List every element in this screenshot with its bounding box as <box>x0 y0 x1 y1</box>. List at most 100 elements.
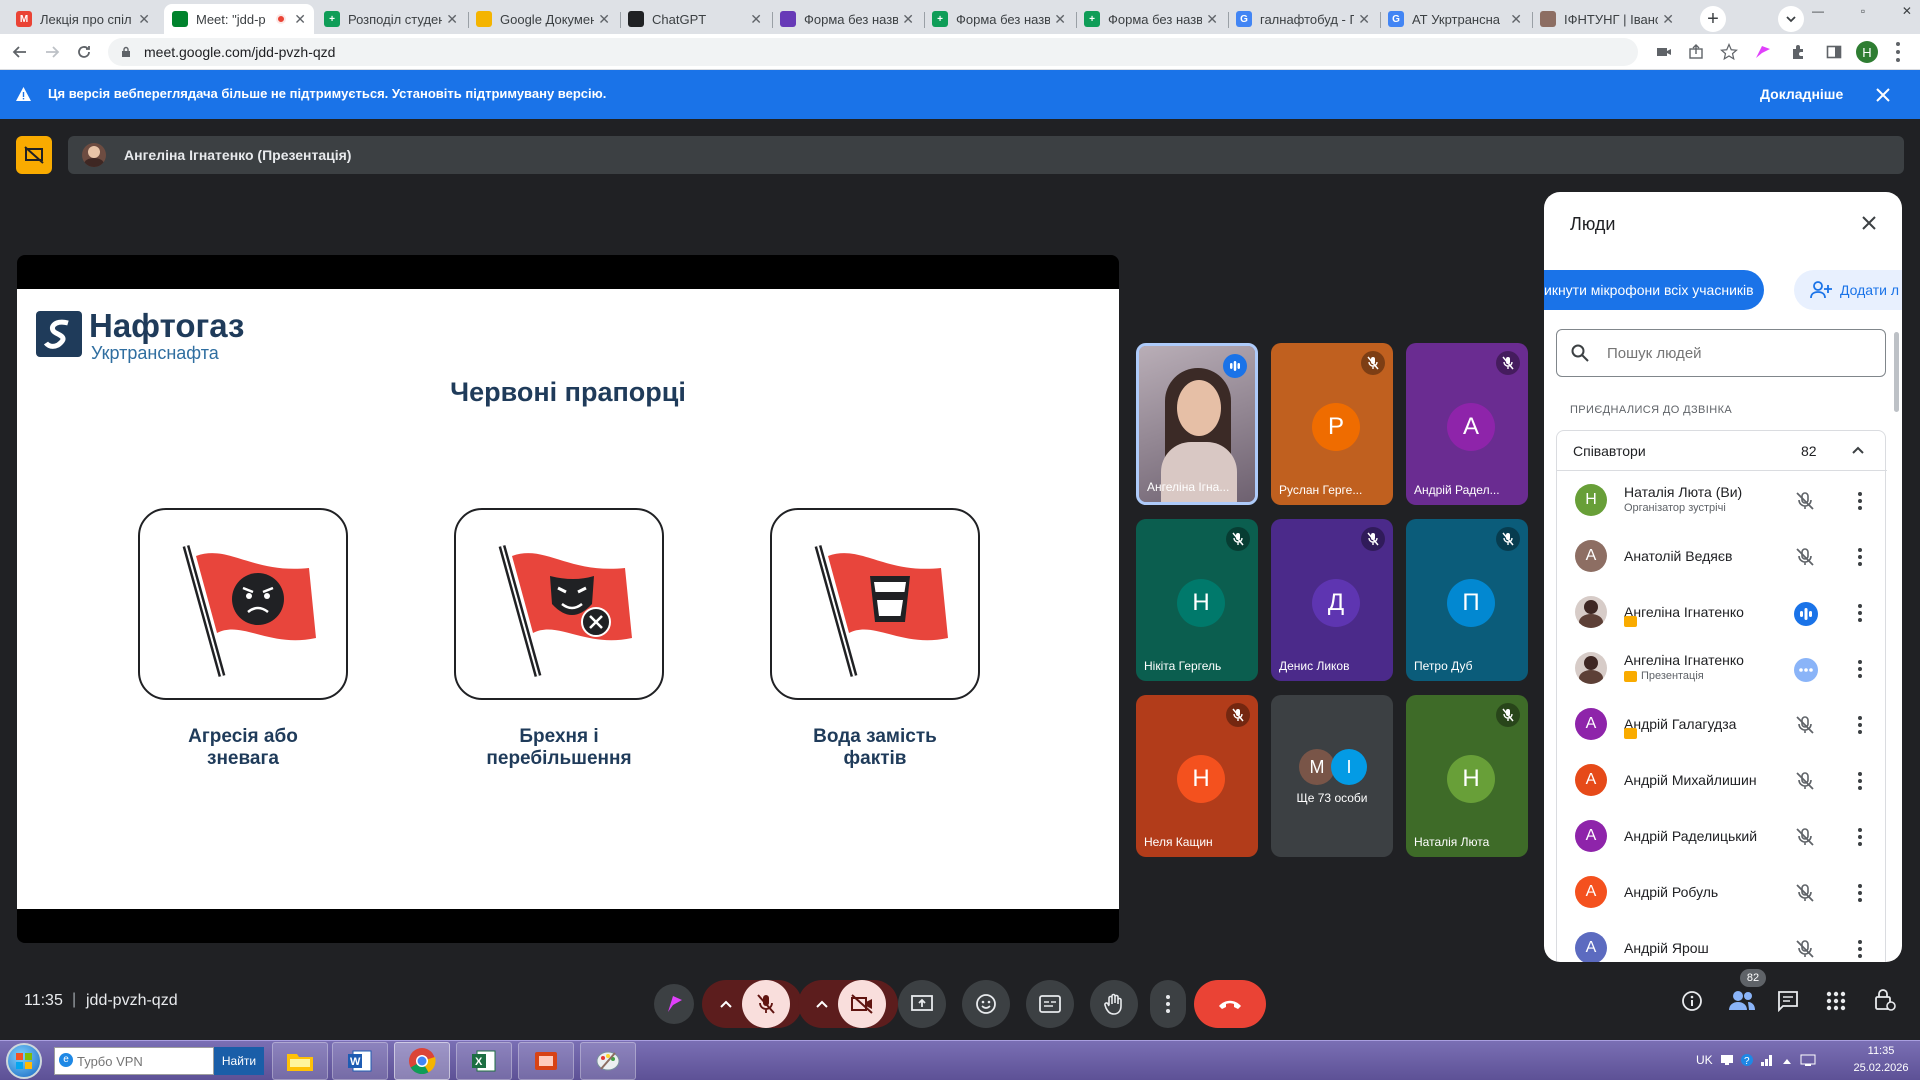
people-search-field[interactable] <box>1556 329 1886 377</box>
chat-icon[interactable] <box>1777 990 1799 1012</box>
participant-list-item[interactable]: Ангеліна Ігнатенко Презентація <box>1544 642 1902 698</box>
more-participants-tile[interactable]: М І Ще 73 особи <box>1271 695 1393 857</box>
taskbar-clock-time[interactable]: 11:35 <box>1850 1045 1912 1057</box>
taskbar-word[interactable]: W <box>332 1042 388 1080</box>
camera-icon[interactable] <box>1656 45 1672 59</box>
participant-tile[interactable]: Ангеліна Ігна... <box>1136 343 1258 505</box>
browser-tab[interactable]: G АТ Укртрансна ✕ <box>1380 4 1530 34</box>
more-vert-icon[interactable] <box>1848 937 1872 961</box>
participant-tile[interactable]: П Петро Дуб <box>1406 519 1528 681</box>
bookmark-star-icon[interactable] <box>1720 43 1738 61</box>
participant-list-item[interactable]: А Андрій Ярош <box>1544 922 1902 962</box>
more-vert-icon[interactable] <box>1848 601 1872 625</box>
tab-close-icon[interactable]: ✕ <box>1510 11 1522 28</box>
mic-off-icon[interactable] <box>1794 770 1816 792</box>
mute-all-button[interactable]: икнути мікрофони всіх учасників <box>1544 270 1764 310</box>
tab-close-icon[interactable]: ✕ <box>1358 11 1370 28</box>
more-vert-icon[interactable] <box>1848 825 1872 849</box>
mic-toggle-button[interactable] <box>742 980 790 1028</box>
tray-display-icon[interactable] <box>1800 1053 1816 1067</box>
tab-close-icon[interactable]: ✕ <box>750 11 762 28</box>
people-search-input[interactable] <box>1607 342 1867 364</box>
url-field[interactable]: meet.google.com/jdd-pvzh-qzd <box>108 38 1638 66</box>
host-controls-lock-icon[interactable] <box>1874 988 1896 1012</box>
profile-avatar[interactable]: Н <box>1856 41 1878 63</box>
tray-monitor-icon[interactable] <box>1720 1054 1734 1066</box>
mic-off-icon[interactable] <box>1794 714 1816 736</box>
presenting-indicator-icon[interactable] <box>1794 658 1818 682</box>
browser-menu-icon[interactable] <box>1896 42 1900 62</box>
maximize-icon[interactable]: ▫ <box>1861 4 1865 18</box>
more-vert-icon[interactable] <box>1848 713 1872 737</box>
activities-grid-icon[interactable] <box>1825 990 1847 1012</box>
more-vert-icon[interactable] <box>1848 881 1872 905</box>
taskbar-media-app[interactable] <box>518 1042 574 1080</box>
puzzle-icon[interactable] <box>1790 44 1806 60</box>
browser-tab[interactable]: + Форма без назв ✕ <box>1076 4 1226 34</box>
taskbar-excel[interactable]: X <box>456 1042 512 1080</box>
browser-tab[interactable]: Meet: "jdd-p ✕ <box>164 4 314 34</box>
browser-tab[interactable]: Google Докумен ✕ <box>468 4 618 34</box>
taskbar-search-button[interactable]: Найти <box>214 1047 264 1075</box>
participant-tile[interactable]: Н Наталія Люта <box>1406 695 1528 857</box>
participant-list-item[interactable]: Н Наталія Люта (Ви) Організатор зустрічі <box>1544 474 1902 530</box>
participant-tile[interactable]: Н Нікіта Гергель <box>1136 519 1258 681</box>
more-vert-icon[interactable] <box>1848 657 1872 681</box>
participant-list-item[interactable]: А Андрій Раделицький <box>1544 810 1902 866</box>
participant-list-item[interactable]: Ангеліна Ігнатенко <box>1544 586 1902 642</box>
present-screen-button[interactable] <box>898 980 946 1028</box>
browser-tab[interactable]: + Розподіл студен ✕ <box>316 4 466 34</box>
tab-search-button[interactable] <box>1778 6 1804 32</box>
captions-button[interactable] <box>1026 980 1074 1028</box>
tab-close-icon[interactable]: ✕ <box>1054 11 1066 28</box>
participant-tile[interactable]: Н Неля Кащин <box>1136 695 1258 857</box>
reactions-button[interactable] <box>962 980 1010 1028</box>
meeting-info-icon[interactable] <box>1681 990 1703 1012</box>
more-vert-icon[interactable] <box>1848 769 1872 793</box>
presentation-indicator-button[interactable] <box>16 136 52 174</box>
taskbar-paint[interactable] <box>580 1042 636 1080</box>
tab-close-icon[interactable]: ✕ <box>1662 11 1674 28</box>
keyboard-language[interactable]: UK <box>1696 1053 1713 1067</box>
tab-close-icon[interactable]: ✕ <box>1206 11 1218 28</box>
browser-tab[interactable]: ІФНТУНГ | Іванс ✕ <box>1532 4 1682 34</box>
mic-off-icon[interactable] <box>1794 938 1816 960</box>
start-button[interactable] <box>6 1043 42 1079</box>
camera-toggle-button[interactable] <box>838 980 886 1028</box>
share-icon[interactable] <box>1688 44 1704 60</box>
taskbar-search-box[interactable]: e <box>54 1047 214 1075</box>
tab-close-icon[interactable]: ✕ <box>446 11 458 28</box>
participant-tile[interactable]: Р Руслан Герге... <box>1271 343 1393 505</box>
tray-expand-icon[interactable] <box>1782 1057 1792 1065</box>
tab-close-icon[interactable]: ✕ <box>902 11 914 28</box>
tab-close-icon[interactable]: ✕ <box>598 11 610 28</box>
tab-close-icon[interactable]: ✕ <box>294 11 306 28</box>
taskbar-search-input[interactable] <box>77 1052 207 1070</box>
close-window-icon[interactable]: ✕ <box>1902 4 1912 18</box>
people-button[interactable] <box>1728 988 1756 1012</box>
speaking-indicator-icon[interactable] <box>1794 602 1818 626</box>
browser-tab[interactable]: + Форма без назв ✕ <box>924 4 1074 34</box>
taskbar-clock-date[interactable]: 25.02.2026 <box>1840 1062 1920 1074</box>
participant-list-item[interactable]: А Андрій Галагудза <box>1544 698 1902 754</box>
lock-icon[interactable] <box>120 46 132 58</box>
participant-tile[interactable]: Д Денис Ликов <box>1271 519 1393 681</box>
add-people-button[interactable]: Додати л <box>1794 270 1902 310</box>
reload-icon[interactable] <box>76 44 92 60</box>
new-tab-button[interactable]: + <box>1700 6 1726 32</box>
group-header[interactable]: Співавтори 82 <box>1557 431 1887 471</box>
extension-flag-icon[interactable] <box>1754 44 1772 60</box>
browser-tab[interactable]: Форма без назв ✕ <box>772 4 922 34</box>
more-options-button[interactable] <box>1150 980 1186 1028</box>
mic-off-icon[interactable] <box>1794 546 1816 568</box>
leave-call-button[interactable] <box>1194 980 1266 1028</box>
taskbar-chrome[interactable] <box>394 1042 450 1080</box>
browser-tab[interactable]: Gгалнафтобуд - П ✕ <box>1228 4 1378 34</box>
tab-close-icon[interactable]: ✕ <box>138 11 150 28</box>
participant-list-item[interactable]: А Андрій Робуль <box>1544 866 1902 922</box>
extension-flag-button[interactable] <box>654 984 694 1024</box>
close-icon[interactable] <box>1876 88 1890 102</box>
participant-tile[interactable]: А Андрій Радел... <box>1406 343 1528 505</box>
browser-tab[interactable]: ChatGPT ✕ <box>620 4 770 34</box>
tray-help-icon[interactable]: ? <box>1740 1053 1754 1067</box>
